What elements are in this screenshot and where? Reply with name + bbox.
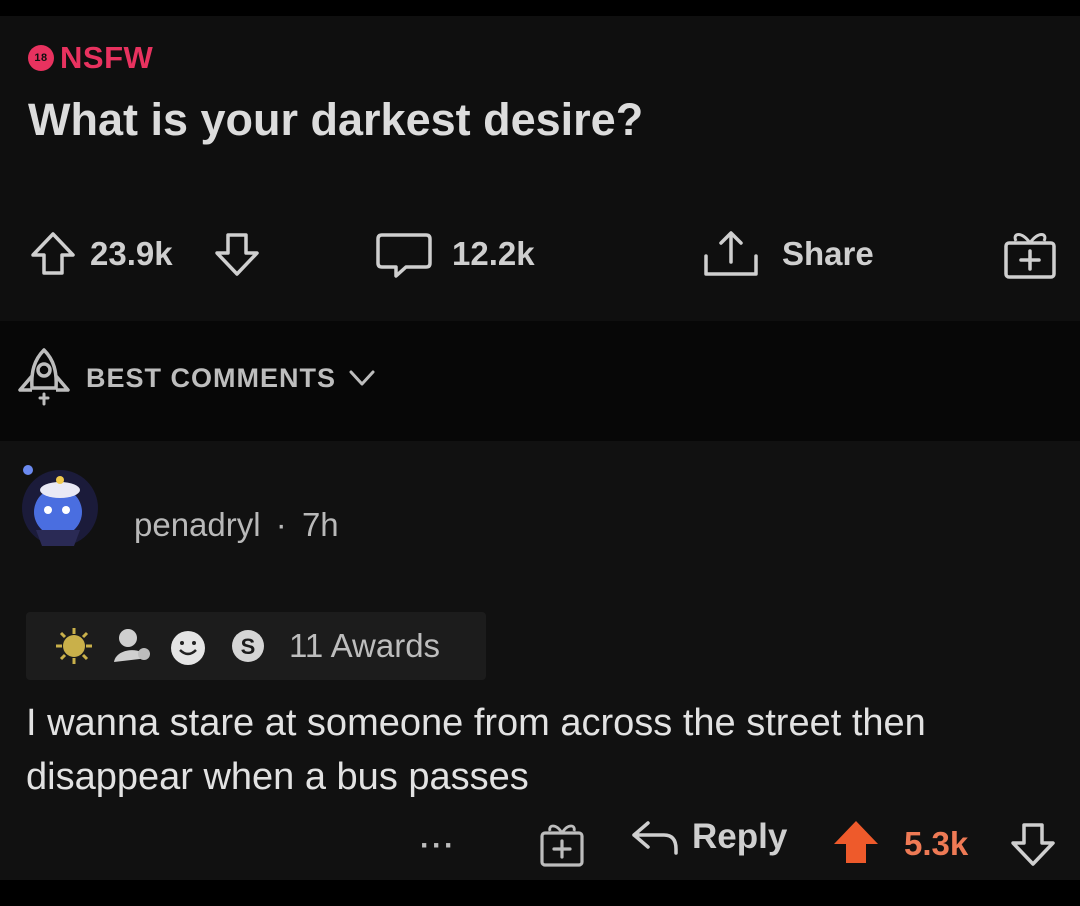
post-title[interactable]: What is your darkest desire?	[28, 94, 643, 146]
downvote-icon[interactable]	[212, 229, 262, 279]
downvote-icon[interactable]	[1008, 819, 1058, 869]
svg-text:S: S	[241, 634, 256, 659]
rocket-icon	[18, 348, 70, 406]
meta-separator: ·	[275, 506, 287, 543]
post-header: 18 NSFW What is your darkest desire? 23.…	[0, 16, 1080, 321]
nsfw-label: NSFW	[60, 40, 154, 75]
gift-icon	[1004, 233, 1056, 279]
upvote-icon[interactable]	[830, 817, 882, 869]
comment-meta: penadryl · 7h	[134, 506, 339, 544]
post-upvote-button[interactable]	[28, 224, 78, 284]
share-label: Share	[782, 235, 874, 272]
sort-label: BEST COMMENTS	[86, 362, 337, 393]
award-hugz-icon	[114, 629, 150, 662]
share-button[interactable]: Share	[700, 224, 874, 284]
more-options-button[interactable]: ···	[420, 829, 456, 863]
reply-button[interactable]: Reply	[630, 817, 787, 857]
comment-body: I wanna stare at someone from across the…	[26, 702, 926, 798]
chevron-down-icon	[349, 370, 375, 386]
post-award-button[interactable]	[1000, 224, 1060, 284]
comments-button[interactable]: 12.2k	[374, 224, 535, 284]
post-downvote-button[interactable]	[212, 224, 262, 284]
sort-dropdown[interactable]: BEST COMMENTS	[14, 346, 376, 410]
reply-icon	[632, 821, 678, 855]
post-score: 23.9k	[90, 235, 173, 272]
award-sun-icon	[56, 628, 92, 664]
nsfw-badge: 18 NSFW	[28, 40, 153, 76]
post-action-bar: 23.9k 12.2k Share	[0, 224, 1080, 284]
comment-icon	[376, 233, 432, 278]
award-wholesome-icon	[171, 631, 205, 665]
comments-count: 12.2k	[452, 235, 535, 272]
upvote-icon[interactable]	[28, 229, 78, 279]
awards-count: 11 Awards	[289, 627, 441, 664]
awards-strip[interactable]: S 11 Awards	[26, 612, 486, 680]
award-silver-icon: S	[232, 630, 264, 662]
app-frame: 18 NSFW What is your darkest desire? 23.…	[0, 16, 1080, 880]
comment-score: 5.3k	[904, 825, 969, 862]
comment-action-bar: ··· Reply 5.3k	[0, 811, 1080, 881]
share-icon	[704, 231, 758, 276]
comment-age: 7h	[301, 506, 339, 543]
gift-icon[interactable]	[536, 819, 588, 869]
avatar[interactable]	[12, 458, 102, 548]
nsfw-icon: 18	[28, 45, 54, 71]
reply-label: Reply	[692, 817, 788, 856]
comment-author[interactable]: penadryl	[134, 506, 261, 543]
